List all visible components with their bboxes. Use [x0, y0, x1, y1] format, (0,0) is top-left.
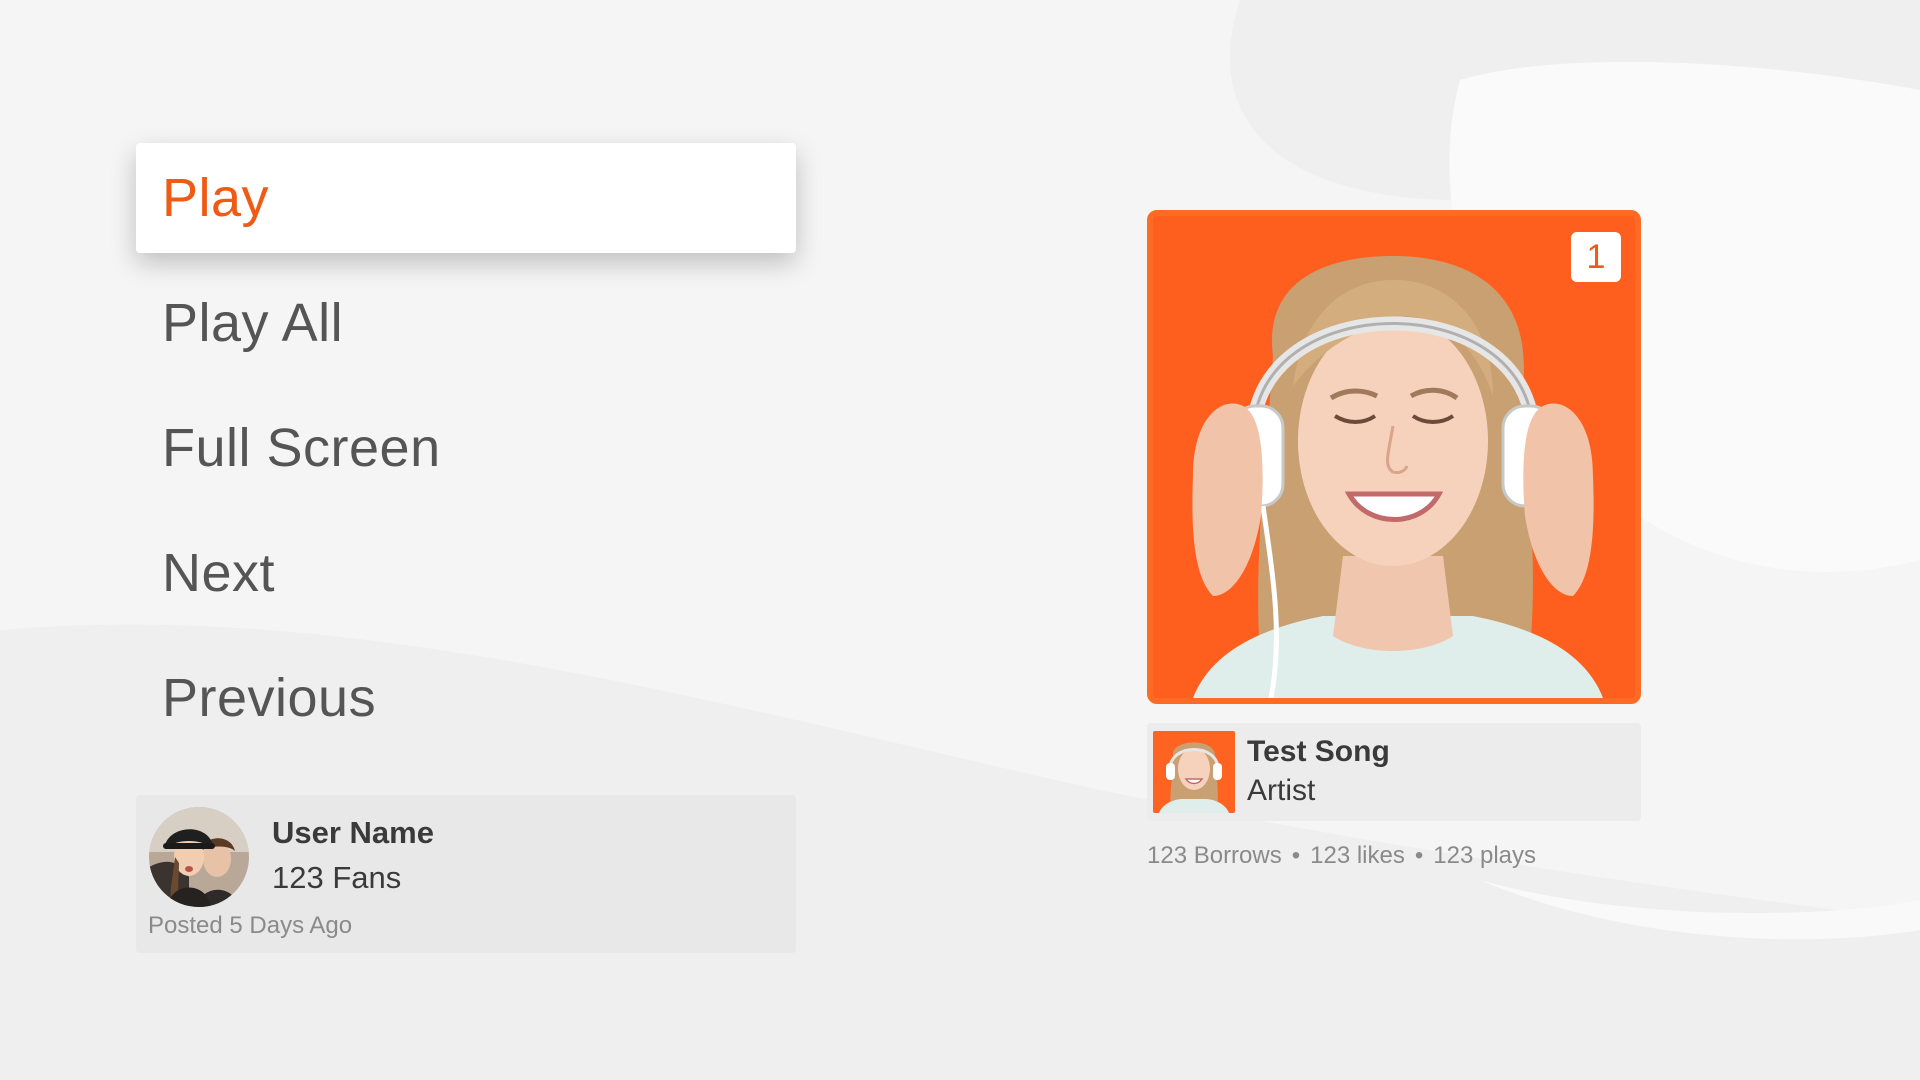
user-avatar	[149, 807, 249, 907]
song-artist: Artist	[1247, 774, 1316, 807]
context-menu: Play Play All Full Screen Next Previous	[136, 143, 796, 768]
track-number-badge: 1	[1571, 232, 1621, 282]
menu-item-next[interactable]: Next	[136, 518, 796, 628]
borrows-count: 123 Borrows	[1147, 842, 1282, 869]
stats-separator: •	[1414, 842, 1424, 869]
user-fans-count: 123 Fans	[272, 860, 402, 895]
posted-timestamp: Posted 5 Days Ago	[148, 912, 353, 939]
menu-item-full-screen[interactable]: Full Screen	[136, 393, 796, 503]
song-title: Test Song	[1247, 735, 1390, 768]
user-card: User Name 123 Fans Posted 5 Days Ago	[136, 795, 796, 953]
album-photo	[1153, 216, 1635, 698]
menu-item-play[interactable]: Play	[136, 143, 796, 253]
likes-count: 123 likes	[1310, 842, 1405, 869]
menu-item-play-all[interactable]: Play All	[136, 268, 796, 378]
menu-item-previous[interactable]: Previous	[136, 643, 796, 753]
album-art[interactable]: 1	[1147, 210, 1641, 704]
song-info-card[interactable]: Test Song Artist	[1147, 723, 1641, 821]
stats-separator: •	[1291, 842, 1301, 869]
song-thumbnail	[1153, 731, 1235, 813]
plays-count: 123 plays	[1433, 842, 1537, 869]
user-name: User Name	[272, 815, 434, 850]
song-stats: 123 Borrows • 123 likes • 123 plays	[1147, 842, 1536, 870]
